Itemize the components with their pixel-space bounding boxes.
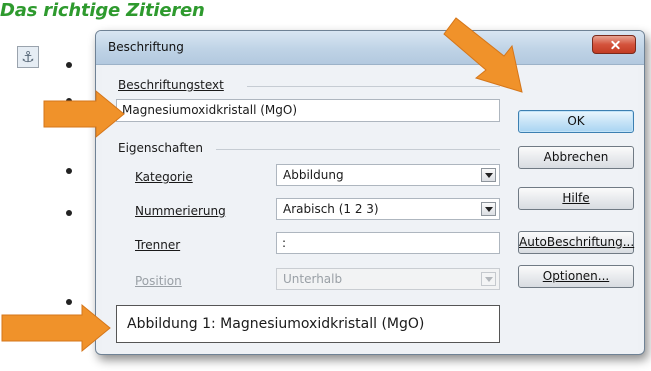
dialog-titlebar[interactable]: Beschriftung	[96, 31, 644, 65]
position-value: Unterhalb	[283, 272, 343, 286]
dropdown-arrow-icon	[481, 272, 496, 286]
category-label: Kategorie	[135, 170, 193, 184]
help-button[interactable]: Hilfe	[518, 187, 634, 210]
numbering-value: Arabisch (1 2 3)	[283, 202, 379, 216]
category-select[interactable]: Abbildung	[276, 164, 500, 186]
dropdown-arrow-icon[interactable]	[481, 202, 496, 216]
options-button[interactable]: Optionen...	[518, 265, 634, 288]
position-label: Position	[135, 274, 182, 288]
properties-label: Eigenschaften	[118, 141, 204, 155]
list-bullet	[66, 98, 72, 104]
list-bullet	[66, 299, 72, 305]
close-icon[interactable]	[592, 35, 636, 54]
document-heading: Das richtige Zitieren	[0, 0, 205, 21]
dialog-title: Beschriftung	[108, 40, 184, 54]
dialog-body: Beschriftungstext Magnesiumoxidkristall …	[102, 67, 638, 350]
anchor-icon[interactable]: ⚓	[17, 46, 39, 68]
position-select: Unterhalb	[276, 268, 500, 290]
section-divider	[247, 86, 500, 87]
numbering-label: Nummerierung	[135, 204, 226, 218]
list-bullet	[66, 168, 72, 174]
numbering-select[interactable]: Arabisch (1 2 3)	[276, 198, 500, 220]
cancel-button[interactable]: Abbrechen	[518, 146, 634, 169]
separator-label: Trenner	[135, 238, 181, 252]
caption-preview: Abbildung 1: Magnesiumoxidkristall (MgO)	[116, 305, 500, 343]
auto-caption-button[interactable]: AutoBeschriftung...	[518, 231, 634, 254]
section-divider	[216, 149, 500, 150]
caption-text-input[interactable]: Magnesiumoxidkristall (MgO)	[116, 99, 500, 122]
list-bullet	[66, 62, 72, 68]
ok-button[interactable]: OK	[518, 110, 634, 133]
list-bullet	[66, 210, 72, 216]
dropdown-arrow-icon[interactable]	[481, 168, 496, 182]
separator-input[interactable]: :	[276, 232, 500, 254]
caption-text-label: Beschriftungstext	[118, 78, 224, 92]
caption-dialog: Beschriftung Beschriftungstext Magnesium…	[95, 30, 645, 355]
category-value: Abbildung	[283, 168, 344, 182]
